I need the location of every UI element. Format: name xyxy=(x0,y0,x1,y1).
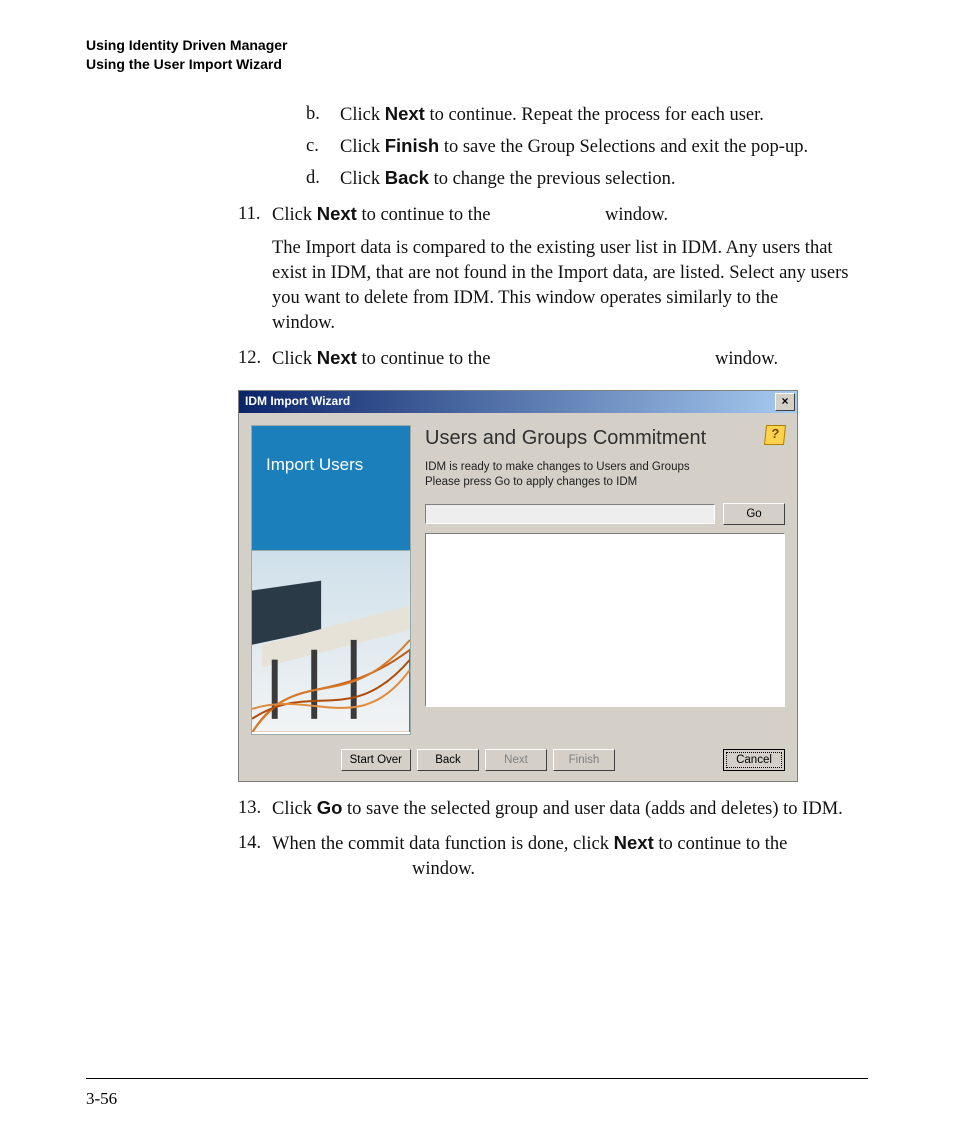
wizard-sidebar: Import Users xyxy=(251,425,411,735)
step-14: 14. When the commit data function is don… xyxy=(272,831,868,882)
list-marker: d. xyxy=(306,166,340,192)
list-text: Click Back to change the previous select… xyxy=(340,166,676,192)
decorative-image-icon xyxy=(252,551,410,733)
wizard-description-line-2: Please press Go to apply changes to IDM xyxy=(425,475,775,491)
close-icon: × xyxy=(781,394,788,408)
sub-step-b: b. Click Next to continue. Repeat the pr… xyxy=(306,102,868,128)
wizard-button-row: Start Over Back Next Finish Cancel xyxy=(239,743,797,781)
list-marker: 11. xyxy=(238,202,272,336)
sub-step-c: c. Click Finish to save the Group Select… xyxy=(306,134,868,160)
next-button[interactable]: Next xyxy=(485,749,547,771)
help-icon[interactable]: ? xyxy=(764,425,786,445)
numbered-list-cont: 13. Click Go to save the selected group … xyxy=(272,796,868,883)
list-text: Click Finish to save the Group Selection… xyxy=(340,134,808,160)
list-text: Click Next to continue to the window. Th… xyxy=(272,202,868,336)
cancel-button[interactable]: Cancel xyxy=(723,749,785,771)
go-row: Go xyxy=(425,503,785,525)
wizard-body: Import Users xyxy=(239,413,797,743)
header-line-1: Using Identity Driven Manager xyxy=(86,36,868,55)
step-12: 12. Click Next to continue to the window… xyxy=(272,346,868,372)
sidebar-title-panel: Import Users xyxy=(251,425,411,551)
list-marker: c. xyxy=(306,134,340,160)
list-marker: 14. xyxy=(238,831,272,882)
sidebar-image xyxy=(251,551,411,735)
back-button[interactable]: Back xyxy=(417,749,479,771)
numbered-list: 11. Click Next to continue to the window… xyxy=(272,202,868,372)
page-number: 3-56 xyxy=(86,1089,117,1109)
wizard-dialog-figure: IDM Import Wizard × Import Users xyxy=(238,390,868,782)
step-11: 11. Click Next to continue to the window… xyxy=(272,202,868,336)
progress-bar xyxy=(425,504,715,524)
sub-steps-list: b. Click Next to continue. Repeat the pr… xyxy=(306,102,868,192)
close-button[interactable]: × xyxy=(775,393,795,411)
start-over-button[interactable]: Start Over xyxy=(341,749,411,771)
list-marker: 13. xyxy=(238,796,272,822)
list-text: Click Go to save the selected group and … xyxy=(272,796,868,822)
wizard-description-line-1: IDM is ready to make changes to Users an… xyxy=(425,460,775,476)
list-text: Click Next to continue to the window. xyxy=(272,346,868,372)
go-button[interactable]: Go xyxy=(723,503,785,525)
sub-step-d: d. Click Back to change the previous sel… xyxy=(306,166,868,192)
finish-button[interactable]: Finish xyxy=(553,749,615,771)
document-page: Using Identity Driven Manager Using the … xyxy=(0,0,954,1145)
list-marker: b. xyxy=(306,102,340,128)
wizard-main-panel: ? Users and Groups Commitment IDM is rea… xyxy=(425,425,785,735)
window-title: IDM Import Wizard xyxy=(245,393,350,409)
footer-rule xyxy=(86,1078,868,1079)
page-content: b. Click Next to continue. Repeat the pr… xyxy=(272,102,868,883)
wizard-step-title: Users and Groups Commitment xyxy=(425,425,765,452)
list-marker: 12. xyxy=(238,346,272,372)
step-13: 13. Click Go to save the selected group … xyxy=(272,796,868,822)
list-text: Click Next to continue. Repeat the proce… xyxy=(340,102,764,128)
idm-import-wizard-window: IDM Import Wizard × Import Users xyxy=(238,390,798,782)
window-titlebar[interactable]: IDM Import Wizard × xyxy=(239,391,797,413)
sidebar-title: Import Users xyxy=(266,454,363,477)
list-text: When the commit data function is done, c… xyxy=(272,831,868,882)
page-header: Using Identity Driven Manager Using the … xyxy=(86,36,868,74)
header-line-2: Using the User Import Wizard xyxy=(86,55,868,74)
log-output-box[interactable] xyxy=(425,533,785,707)
